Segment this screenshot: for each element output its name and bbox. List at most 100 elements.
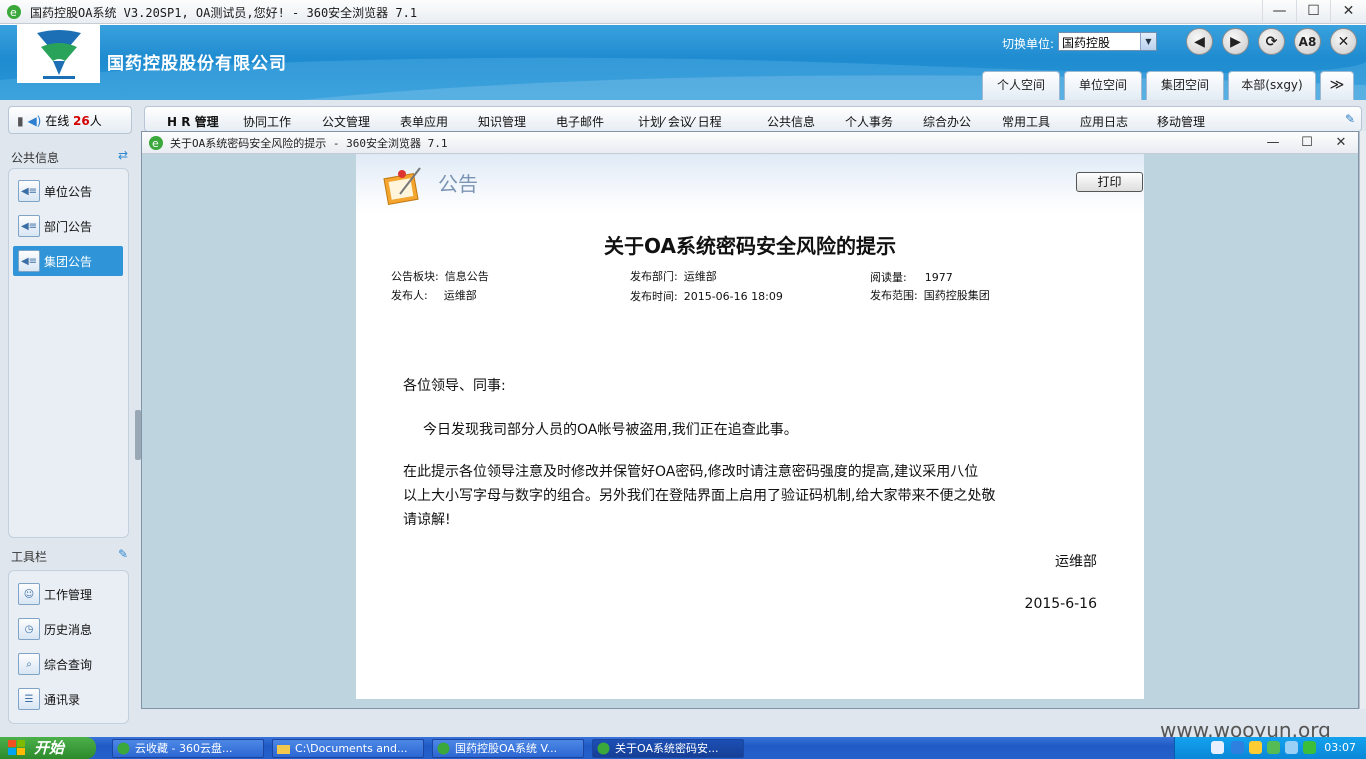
meta-time-label: 发布时间: xyxy=(630,290,678,303)
sidebar-item-label: 历史消息 xyxy=(44,622,93,637)
taskbar-item-announcement[interactable]: 关于OA系统密码安... xyxy=(592,739,744,758)
sidebar-item-label: 单位公告 xyxy=(44,184,93,199)
menu-mobile[interactable]: 移动管理 xyxy=(1157,113,1205,130)
keyboard-icon[interactable] xyxy=(1211,741,1224,754)
popup-title-bar: e 关于OA系统密码安全风险的提示 - 360安全浏览器 7.1 — ☐ ✕ xyxy=(142,132,1358,154)
windows-logo-icon xyxy=(8,740,25,755)
greeting: 各位领导、同事: xyxy=(403,378,506,394)
browser-icon xyxy=(117,742,130,755)
exit-button[interactable]: ✕ xyxy=(1330,28,1357,55)
company-name: 国药控股股份有限公司 xyxy=(107,54,287,74)
taskbar-item-cloud[interactable]: 云收藏 - 360云盘... xyxy=(112,739,264,758)
toolbar-header: 工具栏 ✎ xyxy=(8,545,132,567)
meta-dept-label: 发布部门: xyxy=(630,270,678,283)
clock-icon: ◷ xyxy=(18,618,40,640)
refresh-icon: ⟳ xyxy=(1265,33,1278,50)
announcement-window: e 关于OA系统密码安全风险的提示 - 360安全浏览器 7.1 — ☐ ✕ 公… xyxy=(141,131,1359,709)
public-info-title: 公共信息 xyxy=(11,151,60,165)
close-button[interactable]: ✕ xyxy=(1330,0,1366,22)
toolbar-panel: ☺ 工作管理 ◷ 历史消息 ⌕ 综合查询 ☰ 通讯录 xyxy=(8,570,129,724)
meta-scope-label: 发布范围: xyxy=(870,289,918,302)
popup-maximize-button[interactable]: ☐ xyxy=(1290,132,1324,152)
paragraph-2-line-3: 请谅解! xyxy=(403,512,451,528)
folder-icon xyxy=(277,745,290,754)
popup-minimize-button[interactable]: — xyxy=(1256,132,1290,152)
wrench-icon[interactable]: ✎ xyxy=(118,547,128,561)
menu-documents[interactable]: 公文管理 xyxy=(322,113,370,130)
shield-icon[interactable] xyxy=(1303,741,1316,754)
main-menu: H R 管理 协同工作 公文管理 表单应用 知识管理 电子邮件 计划⁄ 会议⁄ … xyxy=(144,106,1362,132)
qq-icon[interactable] xyxy=(1249,741,1262,754)
online-users[interactable]: ▮ ◀) 在线 26人 xyxy=(8,106,132,134)
swap-icon[interactable]: ⇄ xyxy=(118,148,128,162)
tab-unit-space[interactable]: 单位空间 xyxy=(1064,71,1142,100)
taskbar-item-label: 国药控股OA系统 V... xyxy=(455,742,558,755)
switch-unit-select[interactable]: 国药控股 ▼ xyxy=(1058,32,1157,51)
menu-forms[interactable]: 表单应用 xyxy=(400,113,448,130)
online-count: 26 xyxy=(73,114,90,128)
menu-knowledge[interactable]: 知识管理 xyxy=(478,113,526,130)
a8-icon: A8 xyxy=(1298,34,1317,49)
a8-button[interactable]: A8 xyxy=(1294,28,1321,55)
address-book-icon: ☰ xyxy=(18,688,40,710)
menu-office[interactable]: 综合办公 xyxy=(923,113,971,130)
browser-icon: e xyxy=(149,136,163,150)
tab-headquarters[interactable]: 本部(sxgy) xyxy=(1228,71,1316,100)
menu-hr[interactable]: H R 管理 xyxy=(167,113,219,130)
notice-icon: ◀≡ xyxy=(18,215,40,237)
more-tabs-button[interactable]: ≫ xyxy=(1320,71,1354,100)
svg-text:e: e xyxy=(10,6,17,19)
meta-time-value: 2015-06-16 18:09 xyxy=(683,290,783,303)
meta-scope: 发布范围: 国药控股集团 xyxy=(870,287,990,303)
sidebar-item-label: 部门公告 xyxy=(44,219,93,234)
sidebar-item-group-notice[interactable]: ◀≡ 集团公告 xyxy=(13,246,123,276)
meta-board-label: 公告板块: xyxy=(391,270,439,283)
browser-title-bar: e 国药控股OA系统 V3.20SP1, OA测试员,您好! - 360安全浏览… xyxy=(0,0,1366,24)
sound-icon[interactable] xyxy=(1285,741,1298,754)
chevron-down-icon: ▼ xyxy=(1140,33,1156,50)
sidebar-item-query[interactable]: ⌕ 综合查询 xyxy=(13,649,123,679)
sidebar-item-history-messages[interactable]: ◷ 历史消息 xyxy=(13,614,123,644)
signature-date: 2015-6-16 xyxy=(1024,596,1097,612)
sidebar-item-label: 综合查询 xyxy=(44,657,93,672)
browser-icon: e xyxy=(7,5,21,19)
company-logo xyxy=(17,25,100,83)
svg-text:e: e xyxy=(152,137,159,150)
tab-group-space[interactable]: 集团空间 xyxy=(1146,71,1224,100)
scrollbar[interactable] xyxy=(1359,131,1366,709)
meta-scope-value: 国药控股集团 xyxy=(923,289,990,302)
menu-plan-meeting-schedule[interactable]: 计划⁄ 会议⁄ 日程 xyxy=(638,113,722,130)
meta-dept: 发布部门: 运维部 xyxy=(630,268,717,284)
meta-publisher-value: 运维部 xyxy=(443,289,477,302)
start-button[interactable]: 开始 xyxy=(0,737,96,759)
maximize-button[interactable]: ☐ xyxy=(1296,0,1330,22)
menu-email[interactable]: 电子邮件 xyxy=(556,113,604,130)
sidebar-item-dept-notice[interactable]: ◀≡ 部门公告 xyxy=(13,211,123,241)
search-icon: ⌕ xyxy=(18,653,40,675)
sidebar-item-address-book[interactable]: ☰ 通讯录 xyxy=(13,684,123,714)
menu-app-log[interactable]: 应用日志 xyxy=(1080,113,1128,130)
tab-personal-space[interactable]: 个人空间 xyxy=(982,71,1060,100)
menu-tools[interactable]: 常用工具 xyxy=(1002,113,1050,130)
switch-unit-value: 国药控股 xyxy=(1062,36,1111,50)
print-button[interactable]: 打印 xyxy=(1076,172,1143,192)
taskbar-item-explorer[interactable]: C:\Documents and... xyxy=(272,739,424,758)
network-icon[interactable] xyxy=(1231,741,1244,754)
menu-public-info[interactable]: 公共信息 xyxy=(767,113,815,130)
popup-title: 关于OA系统密码安全风险的提示 - 360安全浏览器 7.1 xyxy=(170,137,448,150)
menu-collaboration[interactable]: 协同工作 xyxy=(243,113,291,130)
sidebar-item-work-management[interactable]: ☺ 工作管理 xyxy=(13,579,123,609)
minimize-button[interactable]: — xyxy=(1262,0,1296,22)
taskbar-item-oa[interactable]: 国药控股OA系统 V... xyxy=(432,739,584,758)
sidebar-item-label: 通讯录 xyxy=(44,692,81,707)
sidebar-item-unit-notice[interactable]: ◀≡ 单位公告 xyxy=(13,176,123,206)
popup-close-button[interactable]: ✕ xyxy=(1324,132,1358,152)
menu-personal-affairs[interactable]: 个人事务 xyxy=(845,113,893,130)
forward-button[interactable]: ▶ xyxy=(1222,28,1249,55)
refresh-button[interactable]: ⟳ xyxy=(1258,28,1285,55)
back-button[interactable]: ◀ xyxy=(1186,28,1213,55)
announcement-icon xyxy=(383,167,421,205)
wrench-icon[interactable]: ✎ xyxy=(1345,112,1355,126)
security-icon[interactable] xyxy=(1267,741,1280,754)
system-tray: 03:07 xyxy=(1174,737,1366,759)
